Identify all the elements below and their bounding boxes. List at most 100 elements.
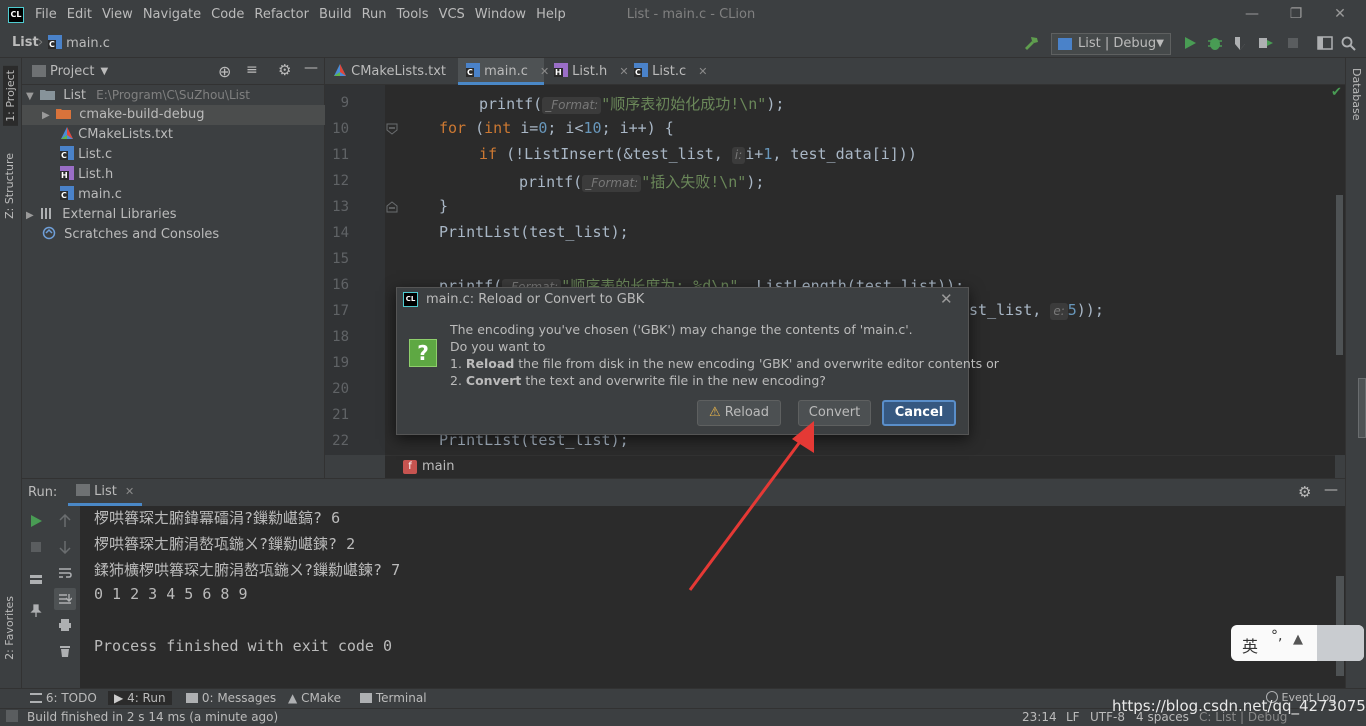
tree-item-scratches[interactable]: Scratches and Consoles [22, 225, 325, 245]
run-configuration-label: List | Debug [1078, 36, 1157, 51]
status-line-separator[interactable]: LF [1066, 710, 1080, 724]
menu-build[interactable]: Build [314, 7, 357, 22]
menu-refactor[interactable]: Refactor [249, 7, 314, 22]
menu-navigate[interactable]: Navigate [138, 7, 206, 22]
menu-code[interactable]: Code [206, 7, 249, 22]
tree-item-main-c[interactable]: C main.c [22, 185, 325, 205]
tool-tab-project[interactable]: 1: Project [3, 66, 18, 126]
collapse-all-icon[interactable]: ≡ [246, 62, 258, 78]
tab-label: main.c [484, 64, 528, 79]
print-icon[interactable] [58, 618, 72, 632]
c-file-icon: C [466, 63, 480, 77]
ime-punctuation-icon[interactable]: °, [1271, 628, 1282, 644]
status-panel-toggle-icon[interactable] [6, 710, 18, 722]
status-message: Build finished in 2 s 14 ms (a minute ag… [27, 710, 279, 724]
c-file-icon: C [60, 146, 74, 160]
search-everywhere-icon[interactable] [1340, 35, 1358, 51]
scrollbar-thumb[interactable] [1336, 195, 1343, 355]
menu-view[interactable]: View [97, 7, 138, 22]
run-tab-list[interactable]: List ✕ [68, 479, 143, 506]
scroll-down-icon[interactable] [58, 540, 72, 554]
project-panel: Project ▼ ⊕ ≡ ⚙ — ▼ List E:\Program\C\Su… [22, 58, 325, 478]
breadcrumb-file[interactable]: C main.c [48, 35, 110, 51]
tree-item-cmake-build-debug[interactable]: ▶ cmake-build-debug [22, 105, 325, 125]
tree-item-external-libraries[interactable]: ▶ External Libraries [22, 205, 325, 225]
parameter-hint: _Format: [542, 97, 602, 114]
tab-list-c[interactable]: C List.c ✕ [626, 58, 708, 85]
tab-label: List.h [572, 64, 608, 79]
tree-root-list[interactable]: ▼ List E:\Program\C\SuZhou\List [22, 85, 325, 105]
profile-icon[interactable] [1256, 35, 1274, 51]
tree-item-cmakelists[interactable]: CMakeLists.txt [22, 125, 325, 145]
restore-icon[interactable]: ❐ [1274, 0, 1318, 29]
hide-panel-icon[interactable]: — [304, 60, 318, 76]
stop-icon[interactable] [1284, 35, 1302, 51]
tool-tab-label: 6: TODO [45, 691, 97, 705]
project-panel-title[interactable]: Project [50, 64, 94, 79]
menu-vcs[interactable]: VCS [434, 7, 470, 22]
cancel-button[interactable]: Cancel [882, 400, 956, 426]
ime-toolbar[interactable]: 英 °, ▲ [1231, 625, 1364, 661]
tab-list-h[interactable]: H List.h ✕ [546, 58, 629, 85]
ime-skin-shirt-icon[interactable]: ▲ [1293, 632, 1303, 647]
menu-help[interactable]: Help [531, 7, 571, 22]
tree-item-list-h[interactable]: H List.h [22, 165, 325, 185]
debug-icon[interactable] [1206, 35, 1224, 51]
view-dropdown-chevron-icon[interactable]: ▼ [100, 66, 108, 77]
build-hammer-icon[interactable] [1022, 35, 1040, 51]
close-tab-icon[interactable]: ✕ [698, 65, 707, 78]
tab-cmakelists[interactable]: CMakeLists.txt ✕ [325, 58, 467, 85]
fold-marker-icon[interactable] [386, 123, 398, 135]
tool-tab-cmake[interactable]: ▲ CMake [288, 691, 341, 705]
run-settings-gear-icon[interactable]: ⚙ [1298, 483, 1311, 501]
soft-wrap-icon[interactable] [58, 566, 72, 580]
expand-arrow-icon[interactable]: ▶ [42, 106, 52, 126]
close-window-icon[interactable]: ✕ [1318, 0, 1362, 29]
run-icon[interactable] [1181, 35, 1199, 51]
run-toolbar [22, 506, 80, 688]
menu-run[interactable]: Run [357, 7, 392, 22]
line-number: 20 [332, 381, 349, 397]
library-icon [41, 208, 52, 219]
menu-edit[interactable]: Edit [62, 7, 97, 22]
layout-restore-icon[interactable] [29, 572, 43, 586]
expand-arrow-icon[interactable]: ▶ [26, 206, 36, 226]
pin-tab-icon[interactable] [29, 604, 43, 618]
locate-file-icon[interactable]: ⊕ [218, 62, 231, 81]
settings-gear-icon[interactable]: ⚙ [278, 61, 291, 79]
tab-main-c[interactable]: C main.c ✕ [458, 58, 549, 85]
tool-tab-label: 4: Run [127, 691, 166, 705]
tool-tab-run[interactable]: ▶ 4: Run [108, 691, 172, 705]
stop-run-icon[interactable] [29, 540, 43, 554]
line-number: 15 [332, 251, 349, 267]
menu-tools[interactable]: Tools [392, 7, 434, 22]
dialog-close-icon[interactable]: ✕ [940, 290, 953, 308]
expand-arrow-icon[interactable]: ▼ [26, 87, 36, 107]
fold-marker-icon[interactable] [386, 201, 398, 213]
editor-scrollbar[interactable] [1335, 85, 1345, 455]
breadcrumb-function[interactable]: main [422, 459, 454, 474]
rerun-icon[interactable] [29, 514, 43, 528]
menu-window[interactable]: Window [470, 7, 531, 22]
minimize-icon[interactable]: — [1230, 0, 1274, 29]
status-caret-position[interactable]: 23:14 [1022, 710, 1057, 724]
breadcrumb-project[interactable]: List [12, 35, 39, 50]
layout-icon[interactable] [1316, 35, 1334, 51]
tree-item-list-c[interactable]: C List.c [22, 145, 325, 165]
tool-tab-structure[interactable]: Z: Structure [3, 153, 16, 219]
tool-tab-messages[interactable]: 0: Messages [186, 691, 276, 705]
scroll-to-end-button[interactable] [54, 588, 76, 610]
tool-tab-terminal[interactable]: Terminal [360, 691, 427, 705]
tool-tab-todo[interactable]: 6: TODO [30, 691, 97, 705]
close-run-tab-icon[interactable]: ✕ [125, 485, 134, 498]
tool-tab-database[interactable]: Database [1350, 68, 1363, 121]
menu-file[interactable]: File [30, 7, 62, 22]
coverage-icon[interactable] [1231, 35, 1249, 51]
menu-bar: CL File Edit View Navigate Code Refactor… [0, 0, 1366, 29]
scroll-up-icon[interactable] [58, 514, 72, 528]
clear-all-trash-icon[interactable] [58, 644, 72, 658]
tool-tab-favorites[interactable]: 2: Favorites [3, 596, 16, 660]
run-configuration-select[interactable]: List | Debug ▼ [1051, 33, 1171, 55]
tree-item-label: List.h [78, 167, 114, 182]
hide-run-panel-icon[interactable]: — [1324, 482, 1338, 498]
